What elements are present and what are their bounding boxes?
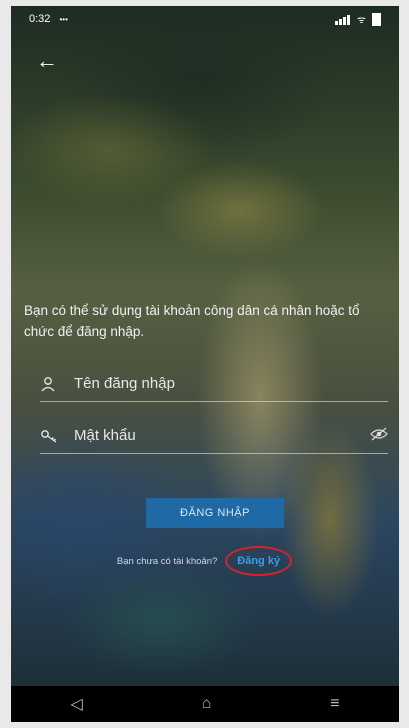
username-input[interactable] [66, 375, 388, 392]
android-nav-bar: ◁ ⌂ ≡ [11, 686, 399, 722]
username-field[interactable] [40, 366, 388, 402]
signal-icon [334, 13, 351, 25]
status-left: 0:32 ••• [29, 13, 68, 25]
signup-row: Bạn chưa có tài khoản? Đăng ký [0, 546, 409, 576]
signup-prompt: Bạn chưa có tài khoản? [116, 555, 218, 567]
eye-icon[interactable] [364, 427, 388, 445]
screenshot-frame-right [399, 0, 409, 728]
battery-icon [372, 12, 381, 26]
status-dots: ••• [59, 15, 68, 24]
wifi-icon: ᯤ [356, 15, 366, 26]
password-input[interactable] [66, 427, 364, 444]
key-icon [40, 428, 66, 444]
password-field[interactable] [40, 418, 388, 454]
blurred-background-image [0, 0, 409, 728]
screenshot-frame-bottom [0, 722, 409, 728]
nav-back-icon[interactable]: ◁ [70, 694, 82, 714]
nav-home-icon[interactable]: ⌂ [202, 695, 212, 713]
status-time: 0:32 [29, 13, 51, 25]
login-button[interactable]: ĐĂNG NHẬP [146, 498, 284, 528]
status-bar: 0:32 ••• ᯤ [11, 6, 399, 32]
user-icon [40, 376, 66, 392]
back-arrow-icon[interactable]: ← [34, 48, 60, 74]
status-right: ᯤ [334, 12, 381, 26]
screenshot-frame-left [0, 0, 11, 728]
intro-text: Bạn có thể sử dụng tài khoản công dân cá… [24, 303, 360, 339]
signup-link[interactable]: Đăng ký [225, 546, 293, 576]
nav-menu-icon[interactable]: ≡ [330, 695, 339, 713]
